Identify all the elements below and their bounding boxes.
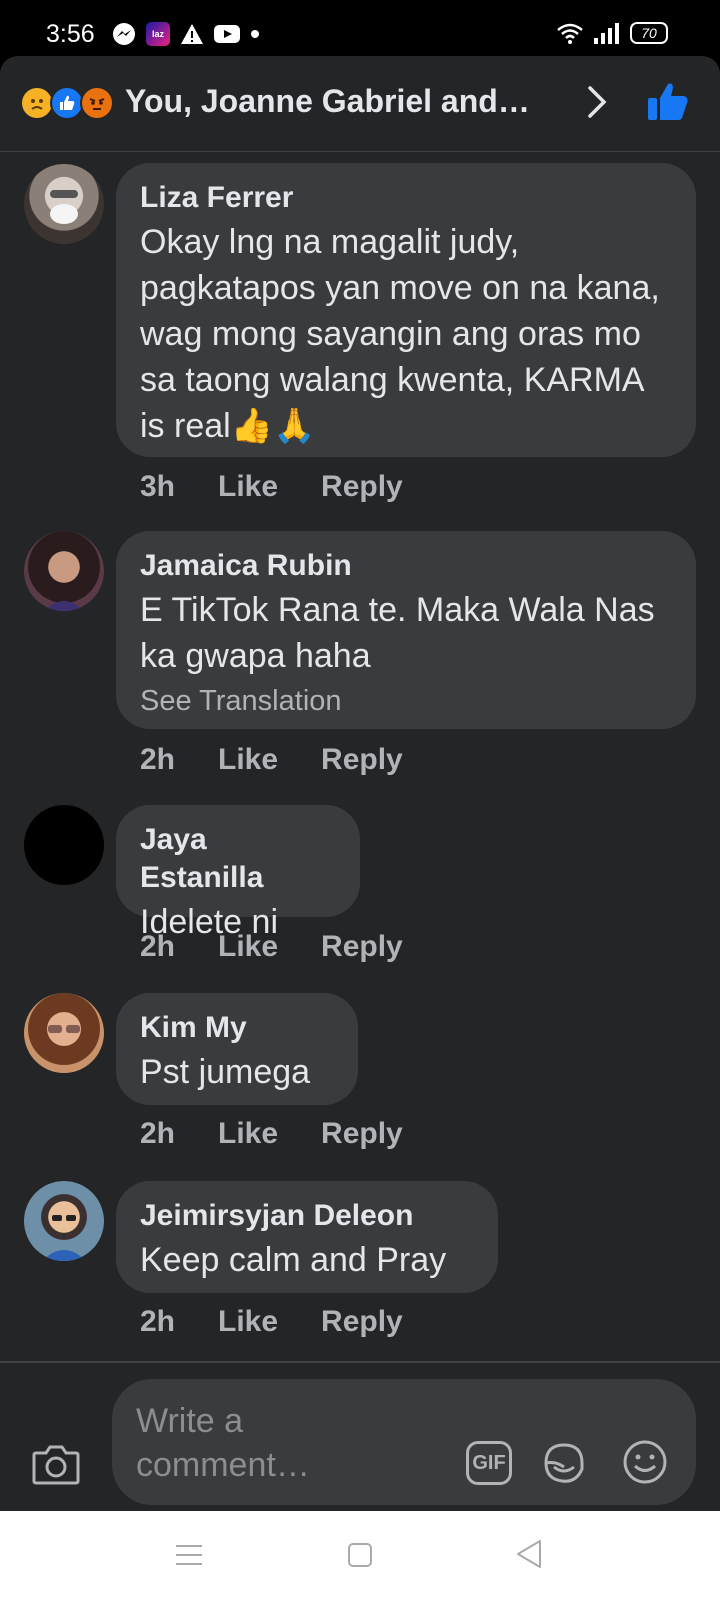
comment-placeholder: Write a comment… — [136, 1402, 310, 1484]
sticker-icon[interactable] — [540, 1439, 588, 1487]
comments-sheet: You, Joanne Gabriel and… Liza Ferrer Oka… — [0, 56, 720, 1511]
gif-button[interactable]: GIF — [466, 1441, 512, 1485]
like-button[interactable]: Like — [218, 1117, 278, 1151]
avatar[interactable] — [24, 993, 104, 1073]
like-button[interactable]: Like — [218, 470, 278, 504]
like-button[interactable]: Like — [218, 1305, 278, 1339]
avatar[interactable] — [24, 1181, 104, 1261]
avatar-photo — [50, 190, 78, 224]
comment-author[interactable]: Kim My — [140, 1009, 334, 1047]
comment-text: Keep calm and Pray — [140, 1241, 447, 1279]
comment-author[interactable]: Jaya Estanilla — [140, 821, 336, 897]
like-thumb-icon[interactable] — [646, 80, 690, 124]
comment-actions: 2h Like Reply — [140, 743, 403, 777]
avatar[interactable] — [24, 164, 104, 244]
system-nav-bar — [0, 1511, 720, 1600]
messenger-icon — [113, 23, 135, 45]
reaction-icons[interactable] — [20, 86, 114, 120]
reply-button[interactable]: Reply — [321, 1117, 403, 1151]
comment-text: Okay lng na magalit judy, pagkatapos yan… — [140, 223, 660, 445]
comment-bubble[interactable]: Jamaica Rubin E TikTok Rana te. Maka Wal… — [116, 531, 696, 729]
comment-time[interactable]: 2h — [140, 1305, 175, 1339]
sad-reaction-icon — [20, 86, 54, 120]
camera-icon[interactable] — [32, 1443, 80, 1485]
comment-author[interactable]: Liza Ferrer — [140, 179, 672, 217]
comment-time[interactable]: 2h — [140, 743, 175, 777]
youtube-icon — [214, 25, 240, 43]
comment-actions: 2h Like Reply — [140, 1117, 403, 1151]
chevron-right-icon[interactable] — [582, 82, 612, 122]
battery-icon: 70 — [630, 22, 668, 44]
like-reaction-icon — [50, 86, 84, 120]
avatar-photo — [42, 1215, 86, 1261]
comment-actions: 2h Like Reply — [140, 1305, 403, 1339]
avatar-photo — [44, 601, 84, 611]
home-icon[interactable] — [348, 1543, 372, 1567]
header: You, Joanne Gabriel and… — [0, 56, 720, 152]
notification-icons: laz — [112, 22, 260, 46]
warning-icon — [181, 24, 203, 44]
comment-text: E TikTok Rana te. Maka Wala Nas ka gwapa… — [140, 591, 655, 675]
reactors-title[interactable]: You, Joanne Gabriel and… — [125, 83, 530, 120]
reply-button[interactable]: Reply — [321, 1305, 403, 1339]
dot-icon — [251, 30, 259, 38]
back-icon[interactable] — [516, 1539, 542, 1569]
comment-time[interactable]: 2h — [140, 930, 175, 964]
signal-icon — [594, 23, 619, 44]
comment-author[interactable]: Jamaica Rubin — [140, 547, 672, 585]
reply-button[interactable]: Reply — [321, 930, 403, 964]
comment-bubble[interactable]: Liza Ferrer Okay lng na magalit judy, pa… — [116, 163, 696, 457]
see-translation-link[interactable]: See Translation — [140, 681, 672, 721]
status-time: 3:56 — [46, 20, 95, 48]
emoji-icon[interactable] — [622, 1439, 668, 1485]
like-button[interactable]: Like — [218, 930, 278, 964]
system-icons: 70 — [556, 22, 668, 44]
wifi-icon — [557, 23, 583, 44]
avatar[interactable] — [24, 805, 104, 885]
comment-actions: 2h Like Reply — [140, 930, 403, 964]
comment-actions: 3h Like Reply — [140, 470, 403, 504]
comment-author[interactable]: Jeimirsyjan Deleon — [140, 1197, 474, 1235]
comment-bubble[interactable]: Kim My Pst jumega — [116, 993, 358, 1105]
reply-button[interactable]: Reply — [321, 743, 403, 777]
comment-bubble[interactable]: Jeimirsyjan Deleon Keep calm and Pray — [116, 1181, 498, 1293]
comment-time[interactable]: 2h — [140, 1117, 175, 1151]
like-button[interactable]: Like — [218, 743, 278, 777]
avatar[interactable] — [24, 531, 104, 611]
comment-time[interactable]: 3h — [140, 470, 175, 504]
reply-button[interactable]: Reply — [321, 470, 403, 504]
comment-bubble[interactable]: Jaya Estanilla Idelete ni — [116, 805, 360, 941]
comment-input[interactable]: Write a comment… GIF — [112, 1379, 696, 1505]
avatar-photo — [48, 1025, 80, 1033]
comment-composer: Write a comment… GIF — [0, 1361, 720, 1511]
lazada-badge-text: laz — [151, 29, 164, 39]
comments-list[interactable]: Liza Ferrer Okay lng na magalit judy, pa… — [0, 153, 720, 1417]
angry-reaction-icon — [80, 86, 114, 120]
recent-apps-icon[interactable] — [176, 1543, 202, 1567]
comment-text: Pst jumega — [140, 1053, 311, 1091]
lazada-icon: laz — [146, 22, 170, 46]
